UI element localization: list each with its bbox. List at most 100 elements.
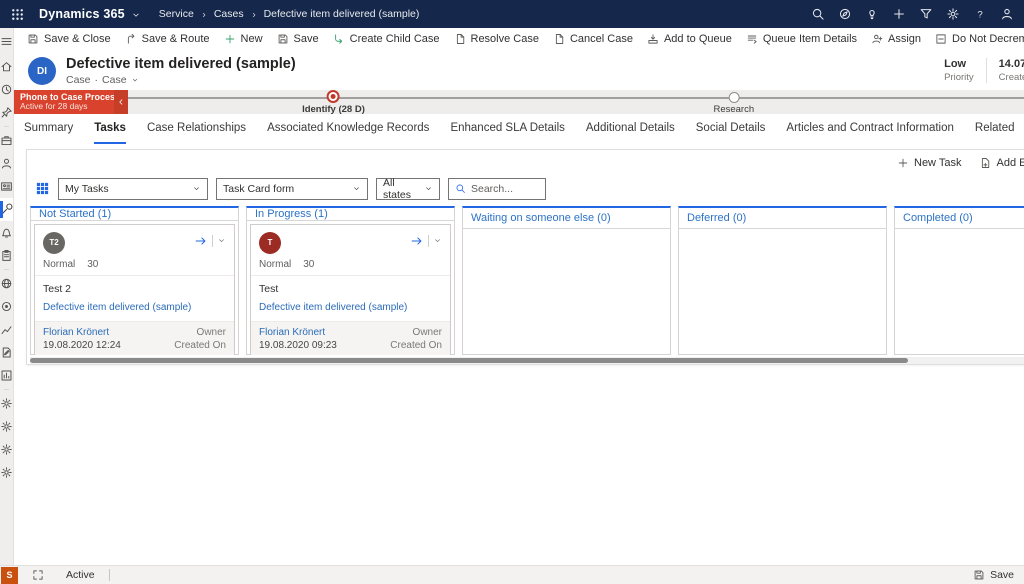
sidebar-item-charts[interactable] [0, 318, 13, 341]
chevron-down-icon[interactable] [131, 76, 139, 84]
new-button[interactable]: New [217, 28, 270, 49]
sidebar-item-pinned[interactable] [0, 101, 13, 124]
task-subject[interactable]: Test [259, 283, 442, 295]
sandbox-badge[interactable]: S [1, 567, 18, 584]
sidebar-item-reports[interactable] [0, 364, 13, 387]
created-on-value: 14.07.2020 10:00 [999, 58, 1024, 70]
app-title[interactable]: Dynamics 365 [39, 7, 125, 21]
form-footer: S Active Save [0, 565, 1024, 584]
stage-identify[interactable]: Identify (28 D) [302, 90, 365, 115]
process-badge[interactable]: Phone to Case Process Active for 28 days [14, 90, 114, 114]
breadcrumb-record[interactable]: Defective item delivered (sample) [264, 8, 420, 20]
stage-research[interactable]: Research [713, 90, 754, 115]
search-icon[interactable] [811, 7, 825, 21]
column-header[interactable]: Deferred (0) [679, 208, 886, 229]
help-icon[interactable]: ? [973, 7, 987, 21]
task-card[interactable]: T2 Normal [34, 224, 235, 355]
open-record-arrow-icon[interactable] [410, 234, 424, 248]
decrement-icon [935, 33, 947, 45]
compass-icon[interactable] [838, 7, 852, 21]
sidebar-item-settings-3[interactable] [0, 438, 13, 461]
tab-tasks[interactable]: Tasks [94, 122, 126, 144]
column-header[interactable]: Not Started (1) [31, 208, 238, 221]
do-not-decrement-button[interactable]: Do Not Decrement En... [928, 28, 1024, 49]
record-form-selector[interactable]: Case [102, 74, 127, 86]
tab-related[interactable]: Related [975, 122, 1015, 144]
tab-enhanced-sla-details[interactable]: Enhanced SLA Details [450, 122, 564, 144]
scrollbar-thumb[interactable] [30, 358, 908, 363]
waffle-app-launcher-icon[interactable] [10, 7, 25, 22]
tasks-subgrid-panel: New Task Add Existing Task Refresh Run R… [26, 149, 1024, 365]
queue-item-details-button[interactable]: Queue Item Details [739, 28, 864, 49]
form-state-label: Active [66, 569, 95, 581]
card-form-value: Task Card form [223, 183, 294, 195]
expand-icon[interactable] [32, 569, 44, 581]
sidebar-menu-toggle[interactable] [0, 28, 13, 55]
task-subject[interactable]: Test 2 [43, 283, 226, 295]
sidebar-item-queues[interactable] [0, 221, 13, 244]
assign-button[interactable]: Assign [864, 28, 928, 49]
state-filter-selector[interactable]: All states [376, 178, 440, 200]
sidebar-item-cases[interactable] [0, 198, 13, 221]
save-and-close-button[interactable]: Save & Close [20, 28, 118, 49]
breadcrumb-service[interactable]: Service [159, 8, 194, 20]
save-and-route-button[interactable]: Save & Route [118, 28, 217, 49]
lightbulb-icon[interactable] [865, 7, 879, 21]
column-header[interactable]: Completed (0) [895, 208, 1024, 229]
priority-label: Priority [944, 72, 974, 83]
sidebar-item-portals[interactable] [0, 272, 13, 295]
resolve-case-button[interactable]: Resolve Case [447, 28, 546, 49]
column-header[interactable]: Waiting on someone else (0) [463, 208, 670, 229]
plus-icon[interactable] [892, 7, 906, 21]
sidebar-item-goals[interactable] [0, 295, 13, 318]
create-child-case-button[interactable]: Create Child Case [326, 28, 447, 49]
sidebar-item-settings-1[interactable] [0, 392, 13, 415]
person-icon[interactable] [1000, 7, 1014, 21]
cancel-case-button[interactable]: Cancel Case [546, 28, 640, 49]
child-case-icon [333, 33, 345, 45]
search-input[interactable] [471, 183, 541, 195]
save-button[interactable]: Save [270, 28, 326, 49]
tab-associated-knowledge-records[interactable]: Associated Knowledge Records [267, 122, 429, 144]
tab-articles-contract-info[interactable]: Articles and Contract Information [786, 122, 953, 144]
footer-save-button[interactable]: Save [973, 569, 1014, 581]
task-regarding-link[interactable]: Defective item delivered (sample) [259, 302, 442, 313]
sidebar-item-recent[interactable] [0, 78, 13, 101]
sidebar-item-settings-4[interactable] [0, 461, 13, 484]
horizontal-scrollbar[interactable] [30, 357, 1024, 364]
sidebar-item-knowledge[interactable] [0, 244, 13, 267]
gear-icon [0, 397, 13, 410]
sidebar-item-home[interactable] [0, 55, 13, 78]
search-box[interactable] [448, 178, 546, 200]
task-card[interactable]: T Normal [250, 224, 451, 355]
filter-icon[interactable] [919, 7, 933, 21]
grid-view-icon[interactable] [35, 181, 50, 196]
open-record-arrow-icon[interactable] [194, 234, 208, 248]
chevron-down-icon[interactable] [433, 236, 442, 245]
sidebar-item-contacts[interactable] [0, 152, 13, 175]
chevron-down-icon[interactable] [131, 10, 141, 20]
task-regarding-link[interactable]: Defective item delivered (sample) [43, 302, 226, 313]
sidebar-item-settings-2[interactable] [0, 415, 13, 438]
add-to-queue-button[interactable]: Add to Queue [640, 28, 739, 49]
tab-summary[interactable]: Summary [24, 122, 73, 144]
owner-label: Owner [197, 327, 226, 338]
gear-icon[interactable] [946, 7, 960, 21]
chevron-down-icon[interactable] [217, 236, 226, 245]
tab-additional-details[interactable]: Additional Details [586, 122, 675, 144]
sidebar-item-dashboards[interactable] [0, 129, 13, 152]
breadcrumb-cases[interactable]: Cases [214, 8, 244, 20]
sidebar-item-accounts[interactable] [0, 175, 13, 198]
sidebar-item-articles[interactable] [0, 341, 13, 364]
new-task-button[interactable]: New Task [889, 157, 969, 169]
view-selector[interactable]: My Tasks [58, 178, 208, 200]
card-form-selector[interactable]: Task Card form [216, 178, 368, 200]
task-owner-link[interactable]: Florian Krönert [43, 327, 109, 338]
tab-social-details[interactable]: Social Details [696, 122, 766, 144]
add-existing-task-button[interactable]: Add Existing Task [971, 157, 1024, 169]
process-collapse-button[interactable] [114, 90, 128, 114]
column-header[interactable]: In Progress (1) [247, 208, 454, 221]
task-owner-link[interactable]: Florian Krönert [259, 327, 325, 338]
header-field-created-on: 14.07.2020 10:00 Created On [986, 58, 1024, 83]
tab-case-relationships[interactable]: Case Relationships [147, 122, 246, 144]
